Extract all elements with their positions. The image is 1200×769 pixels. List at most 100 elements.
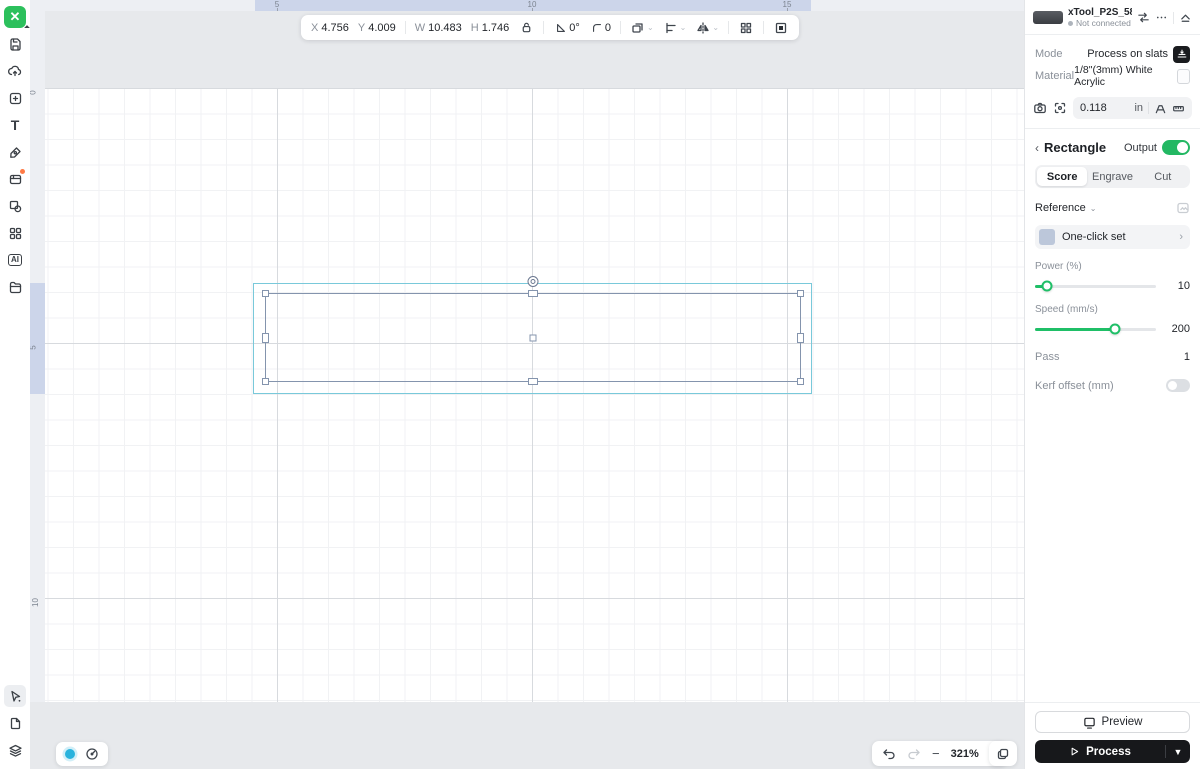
- pen-tool-icon[interactable]: [4, 141, 26, 163]
- material-swatch[interactable]: [1176, 68, 1190, 84]
- power-slider[interactable]: [1035, 280, 1156, 292]
- process-button[interactable]: Process ▼: [1035, 740, 1190, 763]
- undo-icon[interactable]: [882, 747, 896, 761]
- tab-engrave[interactable]: Engrave: [1087, 167, 1137, 186]
- resize-handle-w[interactable]: [262, 332, 269, 343]
- process-options-chevron-icon[interactable]: ▼: [1166, 747, 1190, 757]
- laser-position-icon[interactable]: [65, 749, 75, 759]
- corner-radius-field[interactable]: 0: [589, 20, 611, 36]
- device-name[interactable]: xTool_P2S_58b2...: [1068, 7, 1132, 18]
- one-click-set-button[interactable]: One-click set ›: [1035, 225, 1190, 249]
- right-panel: xTool_P2S_58b2... Not connected Mode Pro…: [1024, 0, 1200, 769]
- chevron-down-icon[interactable]: ⌄: [680, 23, 687, 32]
- camera-icon[interactable]: [1033, 101, 1047, 115]
- height-field[interactable]: H 1.746: [471, 22, 509, 34]
- redo-icon[interactable]: [907, 747, 921, 761]
- lid-open-icon[interactable]: [1179, 11, 1192, 24]
- resize-handle-n[interactable]: [528, 290, 538, 297]
- one-click-set-label: One-click set: [1062, 231, 1126, 243]
- y-value[interactable]: 4.009: [368, 22, 396, 34]
- kerf-toggle[interactable]: [1166, 379, 1190, 392]
- canvas-area[interactable]: 5 10 15 0 5 10: [30, 0, 1024, 769]
- chevron-down-icon[interactable]: ⌄: [647, 23, 654, 32]
- power-value[interactable]: 10: [1164, 280, 1190, 292]
- chevron-down-icon[interactable]: ⌄: [712, 23, 719, 32]
- speed-slider-thumb[interactable]: [1109, 323, 1121, 335]
- thickness-value[interactable]: 0.118: [1080, 102, 1129, 114]
- pass-value[interactable]: 1: [1184, 351, 1190, 363]
- preview-button[interactable]: Preview: [1035, 711, 1190, 733]
- zoom-level[interactable]: 321%: [951, 748, 979, 760]
- speed-value[interactable]: 200: [1164, 323, 1190, 335]
- corner-radius-value[interactable]: 0: [605, 22, 611, 34]
- speed-slider[interactable]: [1035, 323, 1156, 335]
- divider: [404, 21, 406, 34]
- outline-fill-icon[interactable]: [773, 20, 789, 36]
- zoom-out-icon[interactable]: −: [932, 746, 940, 761]
- align-icon[interactable]: [663, 20, 679, 36]
- resize-handle-sw[interactable]: [262, 378, 269, 385]
- x-value[interactable]: 4.756: [321, 22, 349, 34]
- shapes-icon[interactable]: [4, 195, 26, 217]
- ruler-icon[interactable]: [1172, 102, 1185, 115]
- arrange-icon[interactable]: [630, 20, 646, 36]
- rotate-handle[interactable]: [527, 276, 539, 287]
- w-value[interactable]: 10.483: [428, 22, 462, 34]
- slats-mode-icon[interactable]: [1173, 45, 1190, 63]
- resize-handle-ne[interactable]: [797, 290, 804, 297]
- array-icon[interactable]: [738, 20, 754, 36]
- flip-icon[interactable]: [695, 20, 711, 36]
- ruler-vertical: 0 5 10: [30, 11, 45, 702]
- text-tool-icon[interactable]: T: [4, 114, 26, 136]
- insert-image-icon[interactable]: [4, 87, 26, 109]
- layers-icon[interactable]: [4, 739, 26, 761]
- material-value[interactable]: 1/8"(3mm) White Acrylic: [1074, 64, 1172, 88]
- focus-lock-icon[interactable]: [1154, 102, 1167, 115]
- resize-handle-se[interactable]: [797, 378, 804, 385]
- work-grid[interactable]: [45, 88, 1024, 702]
- x-label: X: [311, 21, 319, 34]
- thickness-input[interactable]: 0.118 in: [1073, 97, 1192, 119]
- back-chevron-icon[interactable]: ‹: [1035, 141, 1039, 155]
- ai-tools-icon[interactable]: AI: [4, 249, 26, 271]
- resize-handle-e[interactable]: [797, 332, 804, 343]
- mode-value[interactable]: Process on slats: [1087, 48, 1168, 60]
- width-field[interactable]: W 10.483: [415, 22, 462, 34]
- xtool-logo[interactable]: ✕: [4, 6, 30, 31]
- files-icon[interactable]: [4, 276, 26, 298]
- gauge-icon[interactable]: [85, 747, 99, 761]
- selection-bounding-box[interactable]: [253, 276, 812, 394]
- pass-row: Pass 1: [1035, 351, 1190, 363]
- power-slider-thumb[interactable]: [1041, 280, 1053, 292]
- resize-handle-nw[interactable]: [262, 290, 269, 297]
- output-toggle[interactable]: [1162, 140, 1190, 155]
- switch-device-icon[interactable]: [1137, 11, 1150, 24]
- chevron-down-icon[interactable]: ⌄: [1090, 204, 1097, 213]
- y-field[interactable]: Y 4.009: [358, 22, 396, 34]
- auto-measure-icon[interactable]: [1053, 101, 1067, 115]
- tab-cut[interactable]: Cut: [1138, 167, 1188, 186]
- device-thumbnail: [1033, 11, 1063, 24]
- divider: [728, 21, 730, 34]
- tab-score[interactable]: Score: [1037, 167, 1088, 186]
- selected-rectangle[interactable]: [262, 276, 804, 385]
- ruler-tick-label: 5: [30, 345, 38, 349]
- duplicate-canvas-button[interactable]: [989, 741, 1017, 766]
- center-handle[interactable]: [529, 334, 537, 341]
- material-library-icon[interactable]: [4, 168, 26, 190]
- select-tool-icon[interactable]: [4, 685, 26, 707]
- page-icon[interactable]: [4, 712, 26, 734]
- resize-handle-s[interactable]: [528, 378, 538, 385]
- h-value[interactable]: 1.746: [482, 22, 510, 34]
- save-icon[interactable]: [4, 33, 26, 55]
- apps-grid-icon[interactable]: [4, 222, 26, 244]
- lock-ratio-icon[interactable]: [518, 20, 534, 36]
- parameter-swatch: [1039, 229, 1055, 245]
- rotation-field[interactable]: 0°: [553, 20, 580, 36]
- angle-value[interactable]: 0°: [569, 22, 580, 34]
- reference-image-icon[interactable]: [1176, 201, 1190, 215]
- cloud-upload-icon[interactable]: [4, 60, 26, 82]
- more-icon[interactable]: [1155, 11, 1168, 24]
- x-field[interactable]: X 4.756: [311, 22, 349, 34]
- mode-material-section: Mode Process on slats Material 1/8"(3mm)…: [1025, 35, 1200, 96]
